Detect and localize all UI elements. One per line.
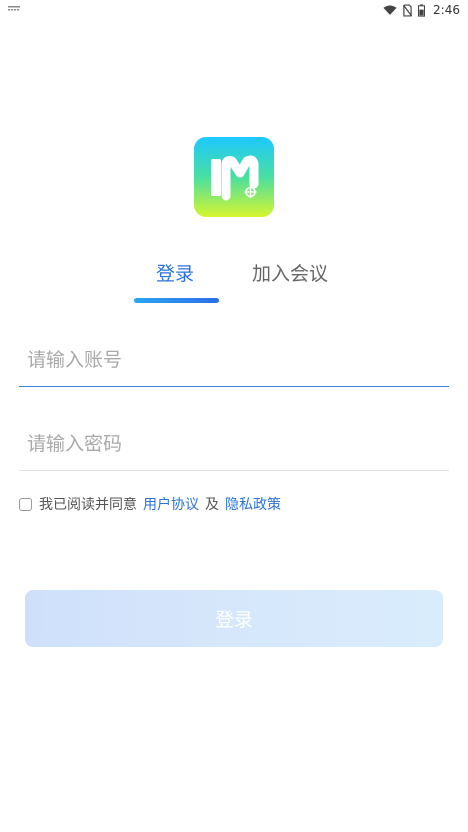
status-time: 2:46 — [433, 3, 460, 17]
privacy-policy-link[interactable]: 隐私政策 — [225, 494, 281, 514]
login-button[interactable]: 登录 — [25, 590, 443, 647]
battery-icon — [418, 3, 426, 17]
password-field-container — [19, 418, 449, 471]
notification-icon — [8, 6, 20, 11]
no-sim-icon — [403, 4, 413, 16]
login-button-label: 登录 — [214, 609, 253, 631]
meeting-app-logo-icon — [211, 155, 259, 201]
password-input[interactable] — [19, 418, 449, 470]
status-bar: 2:46 — [0, 0, 468, 20]
wifi-icon — [383, 4, 397, 15]
tab-login[interactable]: 登录 — [156, 261, 194, 287]
agreement-text: 我已阅读并同意 — [39, 497, 137, 513]
status-icons: 2:46 — [383, 2, 460, 18]
agreement-checkbox[interactable] — [19, 497, 32, 511]
account-field-container — [19, 334, 449, 387]
user-agreement-link[interactable]: 用户协议 — [143, 494, 199, 514]
agreement-and-text: 及 — [205, 497, 219, 513]
account-input[interactable] — [19, 334, 449, 386]
active-tab-indicator — [134, 298, 219, 303]
tab-join-meeting[interactable]: 加入会议 — [252, 261, 328, 287]
agreement-row: 我已阅读并同意 用户协议 及 隐私政策 — [19, 494, 281, 514]
app-logo — [194, 137, 274, 217]
